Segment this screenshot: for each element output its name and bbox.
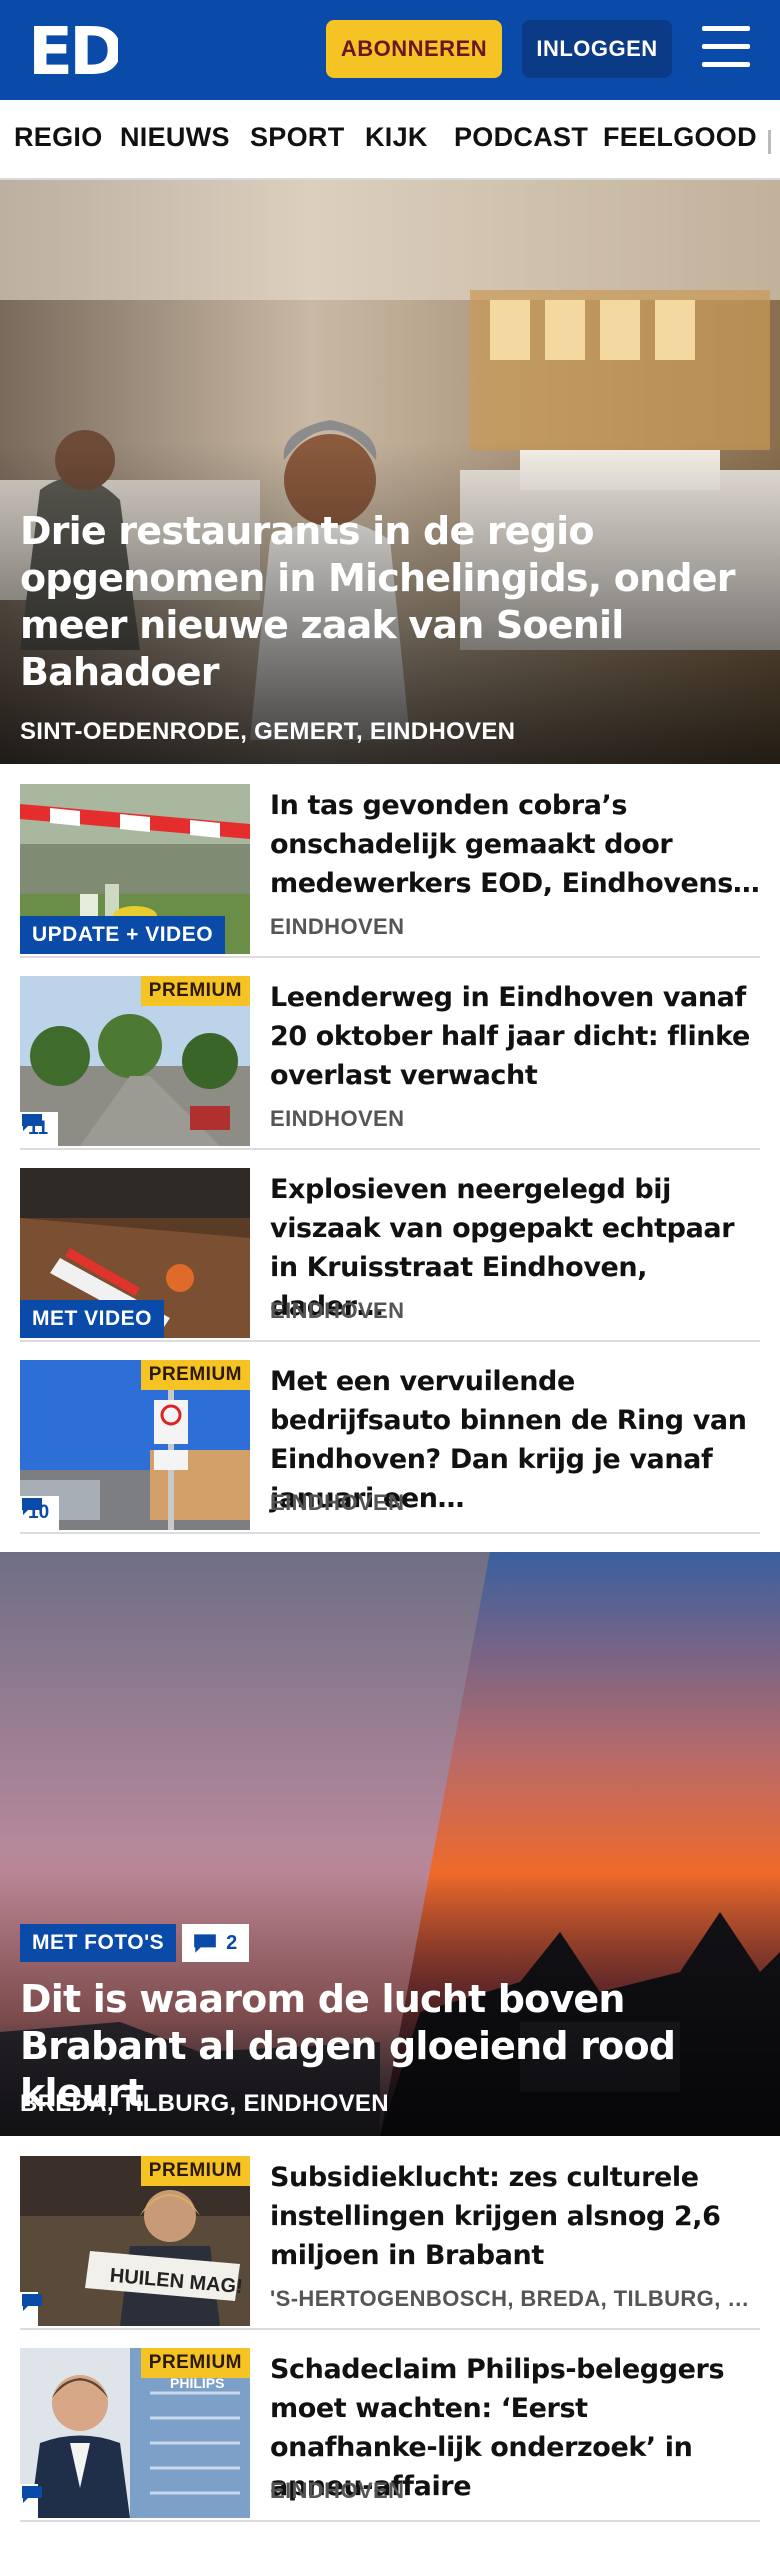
article-title[interactable]: In tas gevonden cobra’s onschadelijk gem… — [270, 786, 760, 903]
article-location: EINDHOVEN — [270, 1490, 405, 1515]
comment-count-badge[interactable]: 2 — [182, 1924, 250, 1962]
comment-icon — [22, 2294, 42, 2311]
article-item[interactable]: HUILEN MAG! PREMIUM Subsidieklucht: zes … — [20, 2156, 760, 2330]
premium-badge: PREMIUM — [140, 1360, 250, 1390]
article-location: EINDHOVEN — [270, 1298, 405, 1323]
comment-count-badge[interactable] — [20, 2292, 42, 2326]
nav-item-sport[interactable]: SPORT — [250, 122, 345, 153]
featured-location: BREDA, TILBURG, EINDHOVEN — [20, 2090, 389, 2117]
nav-item-nieuws[interactable]: NIEUWS — [120, 122, 230, 153]
article-location: EINDHOVEN — [270, 914, 405, 939]
comment-count-badge[interactable] — [20, 2484, 42, 2518]
login-button[interactable]: INLOGGEN — [522, 20, 672, 78]
hero-title[interactable]: Drie restaurants in de regio opgenomen i… — [20, 508, 740, 696]
article-thumbnail: PHILIPS PREMIUM — [20, 2348, 250, 2518]
article-item[interactable]: PREMIUM 11 Leenderweg in Eindhoven vanaf… — [20, 976, 760, 1150]
site-header: ED ABONNEREN INLOGGEN — [0, 0, 780, 100]
featured-badges: MET FOTO'S 2 — [20, 1924, 250, 1962]
article-item[interactable]: PHILIPS PREMIUM Schadeclaim Philips-bele… — [20, 2348, 760, 2522]
article-label-badge: UPDATE + VIDEO — [20, 916, 226, 954]
nav-item-feelgood[interactable]: FEELGOOD — [603, 122, 757, 153]
comment-icon — [22, 1114, 42, 1131]
article-thumbnail: MET VIDEO — [20, 1168, 250, 1338]
nav-item-regio[interactable]: REGIO — [14, 122, 103, 153]
hero-article[interactable]: Drie restaurants in de regio opgenomen i… — [0, 180, 780, 764]
premium-badge: PREMIUM — [140, 2348, 250, 2378]
article-label-badge: MET VIDEO — [20, 1300, 165, 1338]
nav-more-indicator — [768, 130, 771, 154]
hero-location: SINT-OEDENRODE, GEMERT, EINDHOVEN — [20, 718, 516, 745]
subscribe-button[interactable]: ABONNEREN — [326, 20, 502, 78]
article-title[interactable]: Subsidieklucht: zes culturele instelling… — [270, 2158, 760, 2275]
comment-count-badge[interactable]: 10 — [20, 1496, 60, 1530]
article-location: EINDHOVEN — [270, 2478, 405, 2503]
section-nav: REGIO NIEUWS SPORT KIJK PODCAST FEELGOOD — [0, 100, 780, 180]
article-location: EINDHOVEN — [270, 1106, 405, 1131]
premium-badge: PREMIUM — [140, 2156, 250, 2186]
featured-label-badge: MET FOTO'S — [20, 1924, 177, 1962]
article-thumbnail: PREMIUM 11 — [20, 976, 250, 1146]
article-item[interactable]: UPDATE + VIDEO In tas gevonden cobra’s o… — [20, 784, 760, 958]
article-item[interactable]: PREMIUM 10 Met een vervuilende bedrijfsa… — [20, 1360, 760, 1534]
article-title[interactable]: Leenderweg in Eindhoven vanaf 20 oktober… — [270, 978, 760, 1095]
premium-badge: PREMIUM — [140, 976, 250, 1006]
featured-article[interactable]: MET FOTO'S 2 Dit is waarom de lucht bove… — [0, 1552, 780, 2136]
ed-logo[interactable]: ED — [28, 16, 118, 82]
article-location: 'S-HERTOGENBOSCH, BREDA, TILBURG, EINDHO… — [270, 2286, 760, 2311]
article-thumbnail: PREMIUM 10 — [20, 1360, 250, 1530]
comment-count-badge[interactable]: 11 — [20, 1112, 59, 1146]
article-thumbnail: HUILEN MAG! PREMIUM — [20, 2156, 250, 2326]
hamburger-menu-icon[interactable] — [700, 24, 752, 72]
comment-icon — [194, 1934, 216, 1953]
comment-icon — [22, 1498, 42, 1515]
article-item[interactable]: MET VIDEO Explosieven neergelegd bij vis… — [20, 1168, 760, 1342]
comment-count: 2 — [226, 1931, 238, 1954]
comment-icon — [22, 2486, 42, 2503]
logo-text: ED — [28, 16, 118, 82]
article-thumbnail: UPDATE + VIDEO — [20, 784, 250, 954]
nav-item-podcast[interactable]: PODCAST — [454, 122, 588, 153]
nav-item-kijk[interactable]: KIJK — [365, 122, 428, 153]
